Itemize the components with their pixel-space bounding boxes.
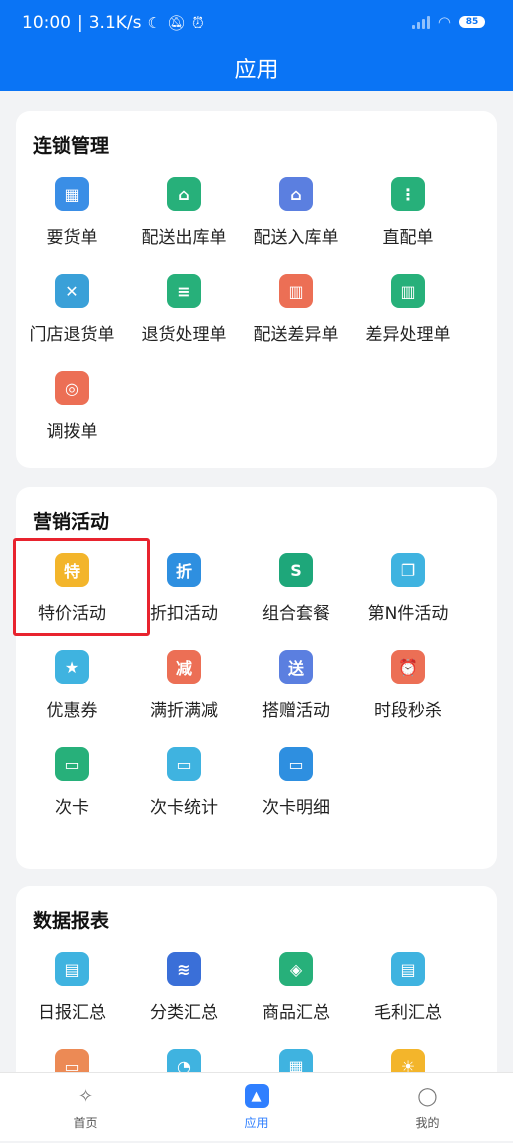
gift-icon: 送: [279, 650, 313, 684]
app-item-label: 配送差异单: [253, 325, 339, 345]
store-return-icon: ✕: [55, 274, 89, 308]
section-title: 数据报表: [33, 910, 110, 932]
count-card-icon: ▭: [55, 747, 89, 781]
app-item-label: 差异处理单: [365, 325, 451, 345]
app-item-label: 调拨单: [46, 422, 98, 442]
app-header: 10:00 | 3.1K/s ☾ 🔕︎ ⏰︎ ◠ 85 应用: [0, 0, 513, 91]
app-item-label: 搭赠活动: [262, 701, 330, 721]
full-reduction-icon: 减: [167, 650, 201, 684]
category-summary-icon: ≋: [167, 952, 201, 986]
app-item-label: 分类汇总: [150, 1003, 218, 1023]
section-title: 营销活动: [33, 511, 110, 533]
diff-process-icon: ▥: [391, 274, 425, 308]
tab-label: 我的: [415, 1116, 440, 1130]
app-item-coupon[interactable]: ★ 优惠券: [16, 647, 128, 744]
app-item-store-return[interactable]: ✕ 门店退货单: [16, 271, 128, 368]
app-item-direct-delivery[interactable]: ⋮ 直配单: [352, 174, 464, 271]
app-item-nth-item[interactable]: ❐ 第N件活动: [352, 550, 464, 647]
app-item-delivery-diff[interactable]: ▥ 配送差异单: [240, 271, 352, 368]
wifi-icon: ◠: [437, 13, 451, 31]
combo-icon: S: [279, 553, 313, 587]
status-time: 10:00: [22, 13, 71, 33]
transfer-icon: ◎: [55, 371, 89, 405]
daily-report-icon: ▤: [55, 952, 89, 986]
app-item-full-reduction[interactable]: 减满折满减: [128, 647, 240, 744]
tab-apps[interactable]: ▲ 应用: [171, 1073, 342, 1141]
profile-icon: ◯: [417, 1085, 438, 1107]
app-item-combo[interactable]: S 组合套餐: [240, 550, 352, 647]
section-chain-management: 连锁管理 ▦ 要货单 ⌂ 配送出库单 ⌂ 配送入库单 ⋮ 直配单 ✕ 门店退货单 ≡ 退货处理单 ▥ 配送…: [16, 111, 497, 468]
discount-icon: 折: [167, 553, 201, 587]
app-item-label: 时段秒杀: [374, 701, 442, 721]
network-speed: 3.1K/s: [88, 13, 142, 33]
app-item-label: 组合套餐: [262, 604, 330, 624]
app-item-label: 退货处理单: [141, 325, 227, 345]
delivery-diff-icon: ▥: [279, 274, 313, 308]
page-title: 应用: [234, 58, 279, 83]
app-item-warehouse-in[interactable]: ⌂ 配送入库单: [240, 174, 352, 271]
app-item-label: 次卡统计: [150, 798, 218, 818]
section-title: 连锁管理: [33, 135, 110, 157]
app-item-label: 日报汇总: [38, 1003, 106, 1023]
warehouse-out-icon: ⌂: [167, 177, 201, 211]
app-item-count-card[interactable]: ▭ 次卡: [16, 744, 128, 841]
status-right: ◠ 85: [411, 13, 485, 31]
status-bar: 10:00 | 3.1K/s ☾ 🔕︎ ⏰︎: [22, 13, 204, 33]
app-item-transfer[interactable]: ◎ 调拨单: [16, 368, 128, 465]
nth-item-icon: ❐: [391, 553, 425, 587]
app-item-label: 满折满减: [150, 701, 218, 721]
gross-profit-icon: ▤: [391, 952, 425, 986]
tab-profile[interactable]: ◯ 我的: [342, 1073, 513, 1141]
home-icon: ✧: [77, 1085, 94, 1107]
tab-label: 首页: [73, 1116, 98, 1130]
app-item-product-summary[interactable]: ◈ 商品汇总: [240, 949, 352, 1046]
bottom-tab-bar: ✧ 首页 ▲ 应用 ◯ 我的: [0, 1072, 513, 1141]
app-item-label: 配送出库单: [141, 228, 227, 248]
direct-delivery-icon: ⋮: [391, 177, 425, 211]
section-grid: ▦ 要货单 ⌂ 配送出库单 ⌂ 配送入库单 ⋮ 直配单 ✕ 门店退货单 ≡ 退货处理单 ▥ 配送差异单 ▥ 差…: [16, 174, 497, 465]
tab-label: 应用: [244, 1116, 269, 1130]
moon-icon: ☾: [147, 14, 161, 32]
app-item-return-process[interactable]: ≡ 退货处理单: [128, 271, 240, 368]
flash-sale-icon: ⏰: [391, 650, 425, 684]
app-item-warehouse-out[interactable]: ⌂ 配送出库单: [128, 174, 240, 271]
return-process-icon: ≡: [167, 274, 201, 308]
mute-bell-icon: 🔕︎: [166, 14, 187, 32]
count-card-stats-icon: ▭: [167, 747, 201, 781]
app-item-label: 要货单: [46, 228, 98, 248]
tab-home[interactable]: ✧ 首页: [0, 1073, 171, 1141]
order-icon: ▦: [55, 177, 89, 211]
app-item-label: 门店退货单: [29, 325, 115, 345]
app-item-count-card-detail[interactable]: ▭ 次卡明细: [240, 744, 352, 841]
app-item-label: 商品汇总: [262, 1003, 330, 1023]
app-item-label: 优惠券: [46, 701, 98, 721]
count-card-detail-icon: ▭: [279, 747, 313, 781]
app-item-gross-profit[interactable]: ▤ 毛利汇总: [352, 949, 464, 1046]
app-item-flash-sale[interactable]: ⏰ 时段秒杀: [352, 647, 464, 744]
product-summary-icon: ◈: [279, 952, 313, 986]
coupon-icon: ★: [55, 650, 89, 684]
app-item-gift[interactable]: 送搭赠活动: [240, 647, 352, 744]
app-item-label: 直配单: [382, 228, 434, 248]
app-item-label: 次卡明细: [262, 798, 330, 818]
signal-icon: [411, 15, 430, 29]
app-item-diff-process[interactable]: ▥ 差异处理单: [352, 271, 464, 368]
app-item-label: 毛利汇总: [374, 1003, 442, 1023]
alarm-icon: ⏰︎: [192, 14, 204, 32]
warehouse-in-icon: ⌂: [279, 177, 313, 211]
apps-icon: ▲: [244, 1084, 269, 1108]
app-item-label: 次卡: [55, 798, 89, 818]
app-item-label: 第N件活动: [367, 604, 449, 624]
app-item-daily-report[interactable]: ▤ 日报汇总: [16, 949, 128, 1046]
app-item-label: 配送入库单: [253, 228, 339, 248]
highlight-box: [13, 538, 150, 636]
battery-icon: 85: [459, 16, 485, 28]
app-item-category-summary[interactable]: ≋ 分类汇总: [128, 949, 240, 1046]
app-item-count-card-stats[interactable]: ▭ 次卡统计: [128, 744, 240, 841]
app-item-order[interactable]: ▦ 要货单: [16, 174, 128, 271]
